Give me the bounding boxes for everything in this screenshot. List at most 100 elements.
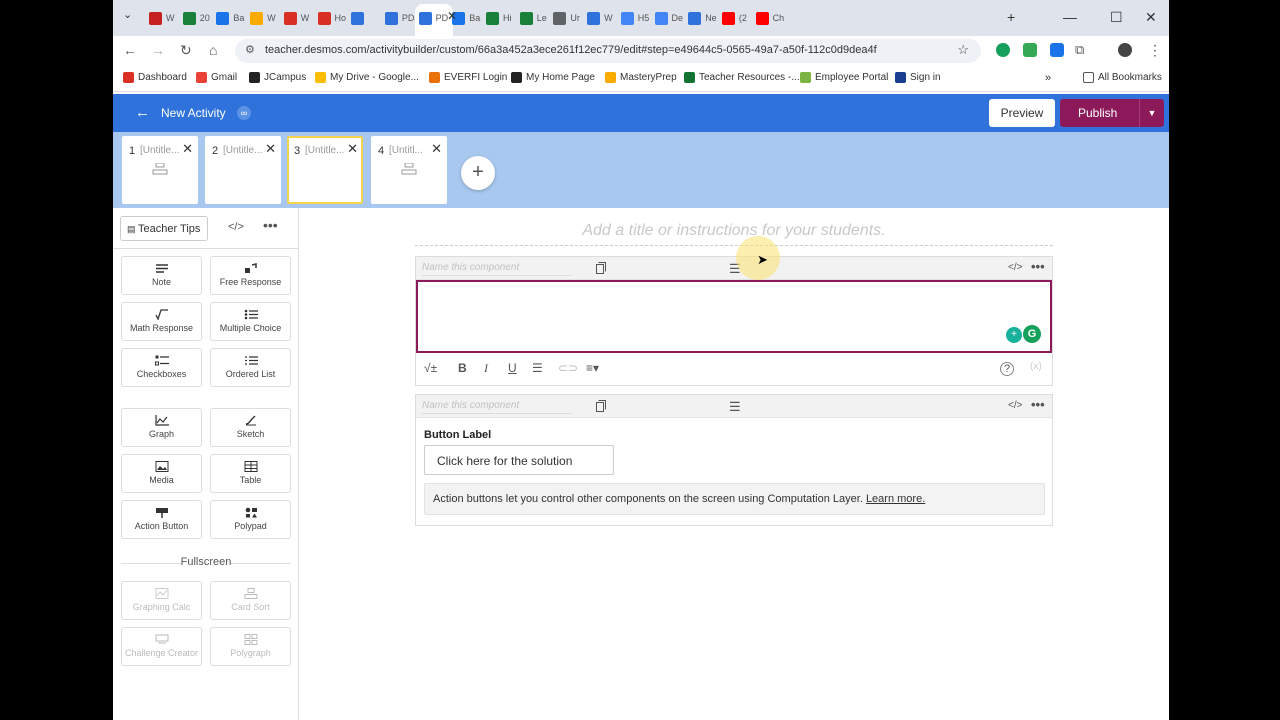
more-options-icon[interactable]: •••	[1031, 259, 1045, 274]
link-icon[interactable]: ⊂⊃	[558, 361, 578, 375]
component-action-button[interactable]: Action Button	[121, 500, 202, 539]
reload-icon[interactable]: ↻	[180, 42, 192, 59]
browser-tab[interactable]: Ch	[755, 10, 784, 26]
browser-tab[interactable]: Le	[519, 10, 547, 26]
component-ordered-list[interactable]: Ordered List	[210, 348, 291, 387]
bookmark-item[interactable]: Employee Portal	[800, 72, 888, 83]
new-tab-icon[interactable]: +	[1007, 9, 1015, 25]
instructions-input[interactable]: Add a title or instructions for your stu…	[415, 222, 1053, 246]
back-icon[interactable]: ←	[123, 42, 137, 58]
component-table[interactable]: Table	[210, 454, 291, 493]
variable-icon[interactable]: (x)	[1030, 361, 1042, 372]
bold-icon[interactable]: B	[458, 361, 467, 375]
bookmark-item[interactable]: Teacher Resources -...	[684, 72, 800, 83]
close-icon[interactable]: ✕	[347, 141, 358, 157]
component-graph[interactable]: Graph	[121, 408, 202, 447]
forward-icon[interactable]: →	[151, 42, 165, 58]
extension-icon-2[interactable]	[1050, 43, 1064, 57]
tab-search-icon[interactable]: ⌄	[123, 8, 132, 21]
browser-tab[interactable]: Hi	[486, 10, 512, 26]
help-icon[interactable]: ?	[1000, 362, 1014, 376]
activity-title[interactable]: New Activity	[161, 106, 226, 120]
component-note[interactable]: Note	[121, 256, 202, 295]
close-icon[interactable]: ✕	[182, 141, 193, 157]
all-bookmarks[interactable]: All Bookmarks	[1083, 72, 1162, 83]
button-label-input[interactable]: Click here for the solution	[424, 445, 614, 475]
close-icon[interactable]: ✕	[265, 141, 276, 157]
bookmark-item[interactable]: Sign in	[895, 72, 941, 83]
component-sketch[interactable]: Sketch	[210, 408, 291, 447]
grammarly-suggestion-icon[interactable]: +	[1006, 327, 1022, 343]
more-options-icon[interactable]: •••	[263, 217, 278, 233]
close-window-icon[interactable]: ✕	[1145, 9, 1157, 26]
component-math-response[interactable]: Math Response	[121, 302, 202, 341]
bookmark-item[interactable]: Gmail	[196, 72, 237, 83]
link-icon[interactable]: ∞	[237, 106, 251, 120]
browser-menu-icon[interactable]: ⋮	[1148, 42, 1162, 59]
component-graphing-calc[interactable]: Graphing Calc	[121, 581, 202, 620]
bullet-list-icon[interactable]: ☰	[532, 361, 543, 375]
maximize-icon[interactable]: ☐	[1110, 9, 1123, 26]
component-polygraph[interactable]: Polygraph	[210, 627, 291, 666]
bookmark-item[interactable]: Dashboard	[123, 72, 187, 83]
grammarly-extension-icon[interactable]	[996, 43, 1010, 57]
browser-tab[interactable]: Ne	[688, 10, 717, 26]
component-free-response[interactable]: Free Response	[210, 256, 291, 295]
grammarly-icon[interactable]: G	[1023, 325, 1041, 343]
browser-tab[interactable]: W	[283, 10, 309, 26]
code-icon[interactable]: </>	[228, 221, 244, 233]
component-polypad[interactable]: Polypad	[210, 500, 291, 539]
italic-icon[interactable]: I	[484, 361, 488, 376]
browser-tab[interactable]: Ho	[317, 10, 346, 26]
code-icon[interactable]: </>	[1008, 262, 1022, 273]
component-multiple-choice[interactable]: Multiple Choice	[210, 302, 291, 341]
note-text-editor[interactable]: + G	[416, 280, 1052, 353]
close-icon[interactable]: ✕	[431, 141, 442, 157]
screen-card[interactable]: 1 [Untitle... ✕	[122, 136, 198, 204]
back-arrow-icon[interactable]: ←	[135, 104, 150, 121]
duplicate-icon[interactable]	[596, 262, 606, 274]
screen-card-selected[interactable]: 3 [Untitle... ✕	[287, 136, 363, 204]
component-media[interactable]: Media	[121, 454, 202, 493]
component-challenge-creator[interactable]: Challenge Creator	[121, 627, 202, 666]
close-tab-icon[interactable]: ✕	[447, 9, 457, 23]
component-name-input[interactable]: Name this component	[422, 400, 572, 414]
browser-tab[interactable]: W	[149, 10, 175, 26]
browser-tab[interactable]	[351, 10, 368, 26]
underline-icon[interactable]: U	[508, 361, 517, 375]
component-card-sort[interactable]: Card Sort	[210, 581, 291, 620]
learn-more-link[interactable]: Learn more.	[866, 493, 925, 505]
teacher-tips-button[interactable]: ▤ Teacher Tips	[120, 216, 208, 241]
screen-card[interactable]: 4 [Untitl... ✕	[371, 136, 447, 204]
drag-handle-icon[interactable]: ☰	[729, 399, 741, 415]
browser-tab[interactable]: W	[250, 10, 276, 26]
address-bar[interactable]: ⚙ teacher.desmos.com/activitybuilder/cus…	[235, 39, 981, 63]
code-icon[interactable]: </>	[1008, 400, 1022, 411]
browser-tab[interactable]: W	[587, 10, 613, 26]
bookmark-item[interactable]: MasteryPrep	[605, 72, 677, 83]
preview-button[interactable]: Preview	[989, 99, 1055, 127]
math-icon[interactable]: √±	[424, 361, 437, 375]
screen-card[interactable]: 2 [Untitle... ✕	[205, 136, 281, 204]
bookmark-item[interactable]: My Home Page	[511, 72, 595, 83]
browser-tab[interactable]: (2	[721, 10, 747, 26]
site-info-icon[interactable]: ⚙	[245, 43, 255, 56]
profile-avatar[interactable]	[1118, 43, 1132, 57]
browser-tab[interactable]: 20	[182, 10, 210, 26]
more-bookmarks-icon[interactable]: »	[1045, 72, 1051, 84]
browser-tab[interactable]: PD	[384, 10, 414, 26]
bookmark-item[interactable]: JCampus	[249, 72, 306, 83]
align-icon[interactable]: ≡▾	[586, 361, 599, 375]
component-name-input[interactable]: Name this component	[422, 262, 572, 276]
extensions-puzzle-icon[interactable]: ⧉	[1075, 42, 1084, 58]
add-screen-button[interactable]: +	[461, 156, 495, 190]
browser-tab[interactable]: H5	[620, 10, 649, 26]
browser-tab[interactable]: Ur	[553, 10, 580, 26]
bookmark-item[interactable]: EVERFI Login	[429, 72, 507, 83]
bookmark-item[interactable]: My Drive - Google...	[315, 72, 419, 83]
more-options-icon[interactable]: •••	[1031, 397, 1045, 412]
browser-tab[interactable]: Ba	[216, 10, 244, 26]
browser-tab[interactable]: PD	[418, 10, 448, 26]
duplicate-icon[interactable]	[596, 400, 606, 412]
publish-button[interactable]: Publish ▼	[1060, 99, 1164, 127]
